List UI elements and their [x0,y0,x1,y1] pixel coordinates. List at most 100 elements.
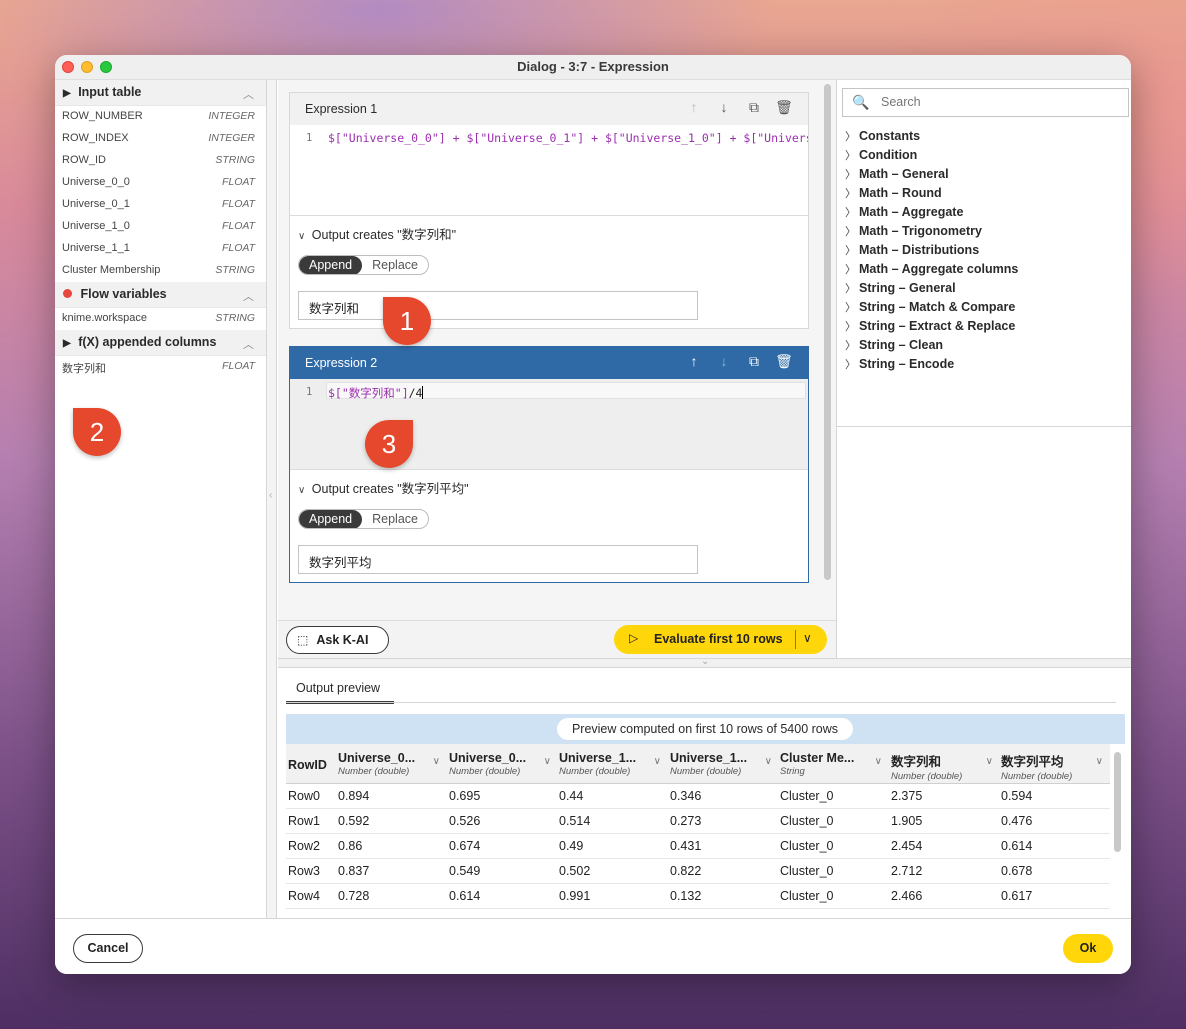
table-row[interactable]: Row1 0.592 0.526 0.514 0.273 Cluster_0 1.905 0.… [286,809,1110,834]
chevron-down-icon[interactable]: ∨ [433,756,440,767]
copy-icon[interactable]: ⧉ [744,99,764,116]
category-item[interactable]: 〉 Math – General [845,166,1018,185]
chevron-down-icon[interactable]: ∨ [654,756,661,767]
search-input[interactable] [879,94,1119,110]
appended-columns-header[interactable]: ▶ f(X) appended columns ︿ [55,330,266,356]
move-down-icon[interactable]: ↓ [714,99,734,115]
column-header[interactable]: 数字列和 Number (double) ∨ [891,744,999,784]
column-header[interactable]: Universe_1... Number (double) ∨ [670,744,778,784]
column-item[interactable]: Universe_0_0 FLOAT [55,172,266,194]
evaluate-button[interactable]: ▷ Evaluate first 10 rows ∨ [614,625,827,654]
copy-icon[interactable]: ⧉ [744,353,764,370]
category-item[interactable]: 〉 Math – Aggregate columns [845,261,1018,280]
ask-kai-button[interactable]: ⬚ Ask K-AI [286,626,389,654]
chevron-up-icon[interactable]: ︿ [243,336,254,352]
column-header[interactable]: Universe_0... Number (double) ∨ [338,744,446,784]
table-scrollbar[interactable] [1114,752,1121,852]
search-box[interactable]: 🔍 [842,88,1129,117]
column-header[interactable]: Universe_1... Number (double) ∨ [559,744,667,784]
category-item[interactable]: 〉 Constants [845,128,1018,147]
column-item[interactable]: Cluster Membership STRING [55,260,266,282]
category-item[interactable]: 〉 Math – Trigonometry [845,223,1018,242]
chevron-down-icon[interactable]: ∨ [298,485,305,496]
table-row[interactable]: Row4 0.728 0.614 0.991 0.132 Cluster_0 2.466 0.… [286,884,1110,909]
column-header-type: Number (double) [449,766,521,777]
category-label: Constants [859,129,921,143]
column-header[interactable]: 数字列平均 Number (double) ∨ [1001,744,1109,784]
column-header[interactable]: RowID [288,744,336,784]
flow-variables-header[interactable]: Flow variables ︿ [55,282,266,308]
input-table-columns: ROW_NUMBER INTEGER ROW_INDEX INTEGER ROW_ID S… [55,106,266,282]
table-cell: 0.837 [338,864,370,878]
output-column-name-input[interactable]: 数字列平均 [298,545,698,574]
chevron-down-icon[interactable]: ∨ [803,631,812,645]
annotation-badge-3: 3 [365,420,413,468]
column-item[interactable]: knime.workspace STRING [55,308,266,330]
category-item[interactable]: 〉 String – Match & Compare [845,299,1018,318]
column-name: ROW_INDEX [62,132,129,144]
input-table-header[interactable]: ▶ Input table ︿ [55,80,266,106]
column-item[interactable]: 数字列和 FLOAT [55,356,266,378]
column-name: knime.workspace [62,312,147,324]
chevron-up-icon[interactable]: ︿ [243,288,254,304]
text-cursor [422,386,424,399]
cancel-button[interactable]: Cancel [73,934,143,963]
flow-variables-list: knime.workspace STRING [55,308,266,330]
table-row[interactable]: Row3 0.837 0.549 0.502 0.822 Cluster_0 2.712 0.… [286,859,1110,884]
collapse-left-icon[interactable]: ‹ [269,490,272,501]
expression-1-card[interactable]: Expression 1 ↑ ↓ ⧉ 🗑 1 $["Universe_0_0"] + … [289,92,809,329]
table-cell: 1.905 [891,814,923,828]
column-item[interactable]: Universe_0_1 FLOAT [55,194,266,216]
move-up-icon[interactable]: ↑ [684,353,704,369]
column-item[interactable]: ROW_INDEX INTEGER [55,128,266,150]
column-item[interactable]: Universe_1_1 FLOAT [55,238,266,260]
replace-option[interactable]: Replace [362,510,428,528]
category-label: Math – General [859,167,949,181]
ok-button[interactable]: Ok [1063,934,1113,963]
category-item[interactable]: 〉 String – General [845,280,1018,299]
chevron-down-icon[interactable]: ∨ [544,756,551,767]
replace-option[interactable]: Replace [362,256,428,274]
move-down-icon[interactable]: ↓ [714,353,734,369]
output-column-name-input[interactable]: 数字列和 [298,291,698,320]
column-type: FLOAT [221,176,255,188]
chevron-down-icon[interactable]: ∨ [298,231,305,242]
expression-2-code-operator: /4 [408,386,423,400]
table-cell: 0.502 [559,864,591,878]
delete-icon[interactable]: 🗑 [774,99,794,116]
append-option[interactable]: Append [299,256,363,274]
column-name: 数字列和 [62,363,106,375]
column-header[interactable]: Universe_0... Number (double) ∨ [449,744,557,784]
category-item[interactable]: 〉 String – Clean [845,337,1018,356]
chevron-down-icon[interactable]: ∨ [986,756,993,767]
delete-icon[interactable]: 🗑 [774,353,794,370]
category-item[interactable]: 〉 Math – Round [845,185,1018,204]
chevron-up-icon[interactable]: ︿ [243,86,254,102]
collapse-down-icon[interactable]: ⌄ [701,656,709,667]
move-up-icon[interactable]: ↑ [684,99,704,115]
table-row[interactable]: Row0 0.894 0.695 0.44 0.346 Cluster_0 2.375 0.5… [286,784,1110,809]
column-item[interactable]: ROW_ID STRING [55,150,266,172]
preview-splitter[interactable]: ⌄ [278,656,1131,668]
editor-scrollbar[interactable] [824,84,831,580]
column-item[interactable]: Universe_1_0 FLOAT [55,216,266,238]
expression-1-code-editor[interactable]: 1 $["Universe_0_0"] + $["Universe_0_1"] … [290,125,808,215]
appended-columns-list: 数字列和 FLOAT [55,356,266,378]
column-header[interactable]: Cluster Me... String ∨ [780,744,888,784]
chevron-down-icon[interactable]: ∨ [875,756,882,767]
chevron-down-icon[interactable]: ∨ [765,756,772,767]
category-item[interactable]: 〉 Math – Aggregate [845,204,1018,223]
chevron-down-icon[interactable]: ∨ [1096,756,1103,767]
output-preview-area: Output preview Preview computed on first… [278,668,1131,918]
category-item[interactable]: 〉 String – Extract & Replace [845,318,1018,337]
expression-2-card[interactable]: Expression 2 ↑ ↓ ⧉ 🗑 1 $["数字列和"]/4 ∨ Output… [289,346,809,583]
category-item[interactable]: 〉 Condition [845,147,1018,166]
category-item[interactable]: 〉 Math – Distributions [845,242,1018,261]
tab-output-preview[interactable]: Output preview [286,681,394,704]
table-row[interactable]: Row2 0.86 0.674 0.49 0.431 Cluster_0 2.454 0.61… [286,834,1110,859]
left-splitter[interactable]: ‹ [267,80,277,918]
category-item[interactable]: 〉 String – Encode [845,356,1018,375]
column-item[interactable]: ROW_NUMBER INTEGER [55,106,266,128]
append-option[interactable]: Append [299,510,363,528]
column-header-name: Universe_1... [670,751,748,765]
